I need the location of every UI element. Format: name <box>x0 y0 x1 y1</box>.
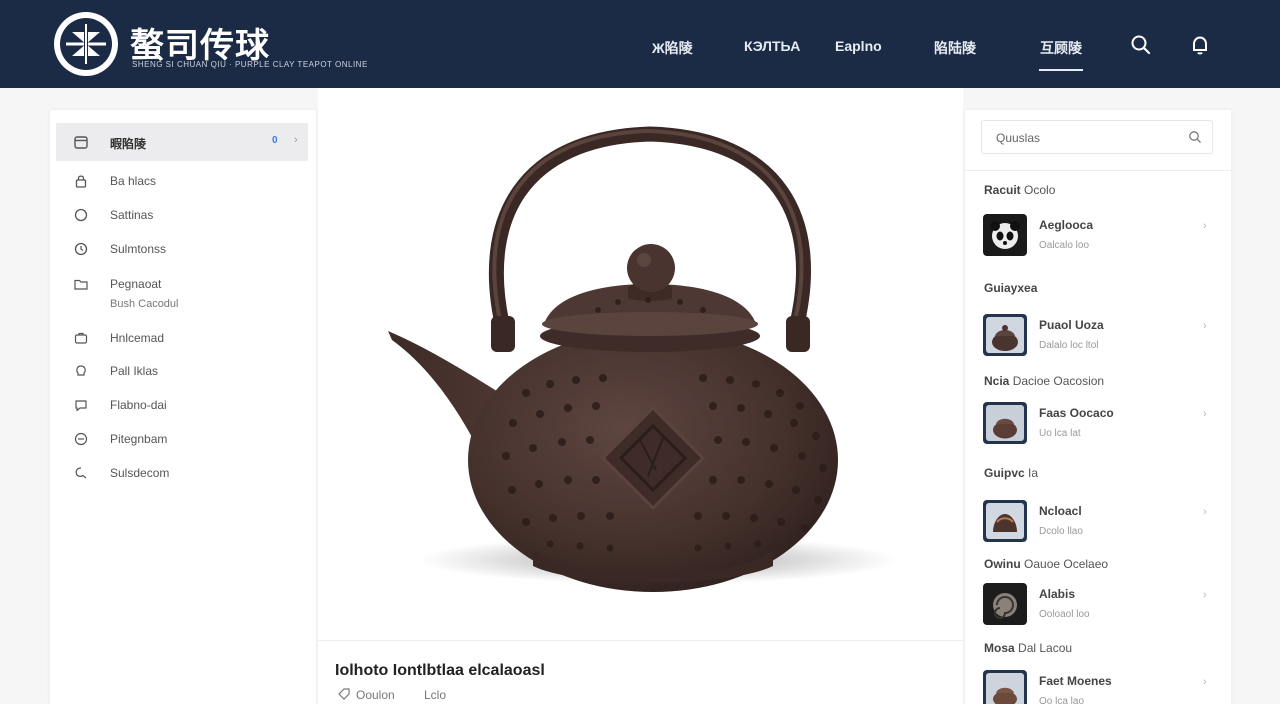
bell-icon[interactable] <box>1189 34 1211 56</box>
nav-item-1[interactable]: Ж陷陵 <box>652 38 693 58</box>
panda-thumbnail <box>983 214 1027 256</box>
sidebar-item-4[interactable]: Sulmtonss <box>56 234 308 264</box>
right-sidebar: Quuslas Racuit Ocolo Aeglooca Oalcalo lo… <box>965 110 1231 704</box>
list-item[interactable]: Alabis Ooloaol loo › <box>983 583 1219 629</box>
item-meta: Uo lca lat <box>1039 428 1081 439</box>
search-icon[interactable] <box>1188 130 1202 144</box>
search-placeholder: Quuslas <box>996 131 1041 145</box>
list-item[interactable]: Puaol Uoza Dalalo loc ltol › <box>983 314 1219 360</box>
sidebar-search-input[interactable]: Quuslas <box>981 120 1213 154</box>
teapot-thumbnail <box>983 314 1027 356</box>
sidebar-sub-label[interactable]: Bush Cacodul <box>110 298 179 310</box>
sidebar-item-label: Sattinas <box>110 208 154 222</box>
brand-tagline: SHENG SI CHUAN QIU · PURPLE CLAY TEAPOT … <box>132 60 368 69</box>
item-title: Aeglooca <box>1039 218 1094 232</box>
sidebar-item-9[interactable]: Pitegnbam <box>56 424 308 454</box>
help-icon <box>74 432 88 446</box>
nav-item-2[interactable]: КЭЛТЬА <box>744 38 800 54</box>
teapot-thumbnail <box>983 670 1027 704</box>
left-sidebar: 暇陷陵 0 › Ba hlacs Sattinas Sulmtonss Pegn… <box>50 110 316 704</box>
notification-badge: 0 <box>272 135 278 146</box>
item-meta: Dalalo loc ltol <box>1039 340 1099 351</box>
chevron-right-icon: › <box>1203 408 1207 420</box>
nav-item-3[interactable]: Eaplno <box>835 38 882 54</box>
section-heading-2: Guiayxea <box>984 281 1038 295</box>
sidebar-item-label: 暇陷陵 <box>110 137 147 151</box>
tag-icon <box>338 688 350 700</box>
divider <box>318 640 963 641</box>
teapot-thumbnail <box>983 500 1027 542</box>
chevron-right-icon: › <box>1203 589 1207 601</box>
item-title: Faas Oocaco <box>1039 406 1114 420</box>
sidebar-item-10[interactable]: Sulsdecom <box>56 458 308 488</box>
list-item[interactable]: Faet Moenes Oo lca lao › <box>983 670 1219 704</box>
sidebar-item-label: Sulmtonss <box>110 242 167 256</box>
sidebar-item-label: Pall Iklas <box>110 364 159 378</box>
sidebar-item-label: Ba hlacs <box>110 174 157 188</box>
section-heading-4: Guipvc Ia <box>984 466 1039 480</box>
sidebar-item-label: Pitegnbam <box>110 432 168 446</box>
sidebar-item-5[interactable]: Pegnaoat <box>56 269 308 299</box>
nav-item-5-active[interactable]: 互顾陵 <box>1039 38 1083 71</box>
item-meta: Dcolo llao <box>1039 526 1083 537</box>
sidebar-item-6[interactable]: Hnlcemad <box>56 323 308 353</box>
item-title: Ncloacl <box>1039 504 1082 518</box>
item-title: Puaol Uoza <box>1039 318 1104 332</box>
sidebar-item-label: Hnlcemad <box>110 331 165 345</box>
bulb-icon <box>76 365 86 376</box>
teapot-thumbnail <box>983 402 1027 444</box>
chevron-right-icon: › <box>294 134 298 146</box>
sidebar-item-3[interactable]: Sattinas <box>56 200 308 230</box>
main-content: Iolhoto Iontlbtlaa elcalaoasl Ooulon Lcl… <box>318 88 963 704</box>
circle-icon <box>74 208 88 222</box>
product-title: Iolhoto Iontlbtlaa elcalaoasl <box>335 662 545 679</box>
sidebar-item-2[interactable]: Ba hlacs <box>56 166 308 196</box>
search-icon[interactable] <box>1130 34 1152 56</box>
sidebar-item-label: Pegnaoat <box>110 277 162 291</box>
item-meta: Oo lca lao <box>1039 696 1085 704</box>
top-navigation-bar: 螯司传球 SHENG SI CHUAN QIU · PURPLE CLAY TE… <box>0 0 1280 88</box>
item-meta: Ooloaol loo <box>1039 609 1090 620</box>
clock-icon <box>74 242 88 256</box>
chevron-right-icon: › <box>1203 320 1207 332</box>
section-heading-6: Mosa Dal Lacou <box>984 641 1073 655</box>
section-heading-3: Ncia Dacioe Oacosion <box>984 374 1105 388</box>
item-meta: Oalcalo loo <box>1039 240 1090 251</box>
sidebar-item-7[interactable]: Pall Iklas <box>56 356 308 386</box>
divider <box>965 170 1231 171</box>
meta-date: Lclo <box>424 688 447 702</box>
list-item[interactable]: Aeglooca Oalcalo loo › <box>983 214 1219 260</box>
teapot-product-image[interactable] <box>318 88 963 640</box>
item-title: Alabis <box>1039 587 1076 601</box>
sidebar-item-label: Sulsdecom <box>110 466 170 480</box>
briefcase-icon <box>74 332 88 344</box>
chevron-right-icon: › <box>1203 220 1207 232</box>
nav-item-4[interactable]: 陷陆陵 <box>934 38 976 58</box>
feedback-icon <box>75 467 87 479</box>
list-item[interactable]: Faas Oocaco Uo lca lat › <box>983 402 1219 448</box>
chat-icon <box>75 400 87 412</box>
sidebar-item-1[interactable]: 暇陷陵 0 › <box>56 123 308 161</box>
meta-author[interactable]: Ooulon <box>356 688 395 702</box>
shell-thumbnail <box>983 583 1027 625</box>
sidebar-item-label: Flabno-dai <box>110 398 167 412</box>
sidebar-item-8[interactable]: Flabno-dai <box>56 390 308 420</box>
item-title: Faet Moenes <box>1039 674 1112 688</box>
brand-logo-icon[interactable] <box>52 10 120 78</box>
section-heading-1: Racuit Ocolo <box>984 183 1056 197</box>
lock-icon <box>75 175 87 188</box>
list-item[interactable]: Ncloacl Dcolo llao › <box>983 500 1219 546</box>
section-heading-5: Owinu Oauoe Ocelaeo <box>984 557 1109 571</box>
chevron-right-icon: › <box>1203 506 1207 518</box>
folder-icon <box>74 279 88 290</box>
chevron-right-icon: › <box>1203 676 1207 688</box>
calendar-icon <box>74 136 88 149</box>
